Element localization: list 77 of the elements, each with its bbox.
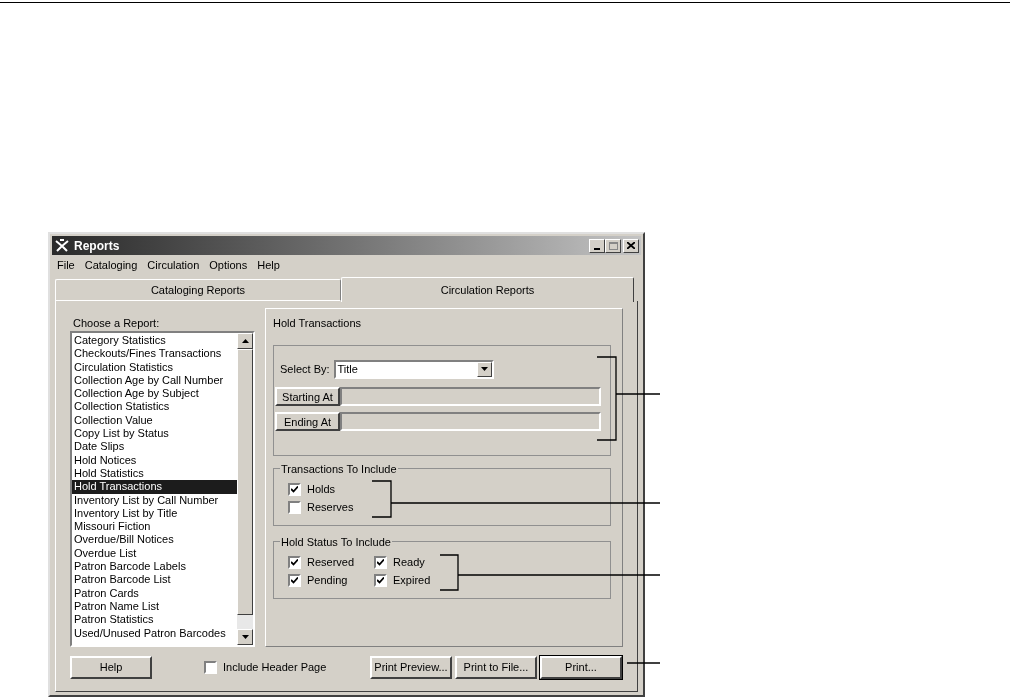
list-item[interactable]: Circulation Statistics <box>72 360 237 374</box>
dropdown-value: Title <box>336 361 359 377</box>
checkbox[interactable] <box>204 660 217 674</box>
list-label: Choose a Report: <box>72 316 161 327</box>
list-item[interactable]: Copy List by Status <box>72 427 237 441</box>
range-button[interactable]: Starting At <box>275 386 340 406</box>
close-button[interactable] <box>623 238 639 253</box>
list-item[interactable]: Hold Transactions <box>72 480 237 494</box>
checkbox[interactable] <box>288 556 301 569</box>
dropdown-arrow-icon <box>480 367 488 371</box>
menu-item[interactable]: Cataloging <box>79 256 143 274</box>
print-button[interactable]: Print Preview... <box>370 655 452 679</box>
scroll-up-button[interactable] <box>237 333 253 349</box>
menu-item[interactable]: Help <box>252 256 285 274</box>
select-by-label: Select By: <box>280 361 330 377</box>
list-item[interactable]: Date Slips <box>72 440 237 454</box>
minimize-icon <box>594 247 600 250</box>
checkbox[interactable] <box>288 501 301 514</box>
checkbox-label: Ready <box>393 555 425 571</box>
checkmark-icon <box>291 486 298 493</box>
list-item[interactable]: Missouri Fiction <box>72 520 237 534</box>
checkmark-icon <box>377 577 384 584</box>
checkbox-label: Reserves <box>307 500 354 516</box>
list-item[interactable]: Overdue List <box>72 546 237 561</box>
checkbox-label: Reserved <box>307 555 355 571</box>
list-item[interactable]: Patron Barcode List <box>72 573 237 587</box>
menu-item[interactable]: Circulation <box>142 256 205 274</box>
list-item[interactable]: Collection Age by Call Number <box>72 373 237 388</box>
list-item[interactable]: Collection Age by Subject <box>72 387 237 401</box>
list-item[interactable]: Hold Statistics <box>72 466 237 481</box>
checkmark-icon <box>291 559 298 566</box>
tab[interactable]: Circulation Reports <box>341 277 634 302</box>
list-item[interactable]: Collection Statistics <box>72 400 237 414</box>
list-item[interactable]: Overdue/Bill Notices <box>72 533 237 547</box>
list-item[interactable]: Patron Statistics <box>72 613 237 627</box>
select-by-dropdown[interactable]: Title <box>333 359 494 379</box>
list-item[interactable]: Used/Unused Patron Barcodes <box>72 626 237 640</box>
app-icon <box>54 238 70 253</box>
list-item[interactable]: Collection Value <box>72 413 237 428</box>
window-title: Reports <box>74 237 121 255</box>
list-item[interactable]: Patron Name List <box>72 599 237 614</box>
maximize-icon <box>608 241 618 250</box>
print-button[interactable]: Print... <box>540 655 622 679</box>
list-item[interactable]: Patron Cards <box>72 586 237 600</box>
maximize-button[interactable] <box>605 238 621 253</box>
checkbox-label: Include Header Page <box>223 659 327 675</box>
range-field[interactable] <box>340 386 601 406</box>
checkbox[interactable] <box>288 574 301 587</box>
checkbox-label: Pending <box>307 573 348 589</box>
print-button[interactable]: Print to File... <box>455 655 537 679</box>
help-button[interactable]: Help <box>70 655 152 679</box>
range-field[interactable] <box>340 411 601 431</box>
scroll-down-button[interactable] <box>237 629 253 645</box>
minimize-button[interactable] <box>589 238 605 253</box>
menu-item[interactable]: Options <box>204 256 253 274</box>
up-arrow-icon <box>241 339 249 343</box>
range-button[interactable]: Ending At <box>275 411 340 431</box>
list-item[interactable]: Inventory List by Call Number <box>72 493 237 507</box>
list-item[interactable]: Patron Barcode Labels <box>72 560 237 574</box>
checkbox[interactable] <box>288 483 301 496</box>
panel-title: Hold Transactions <box>273 316 363 331</box>
checkbox[interactable] <box>374 556 387 569</box>
close-icon <box>627 242 635 249</box>
checkbox-label: Holds <box>307 482 336 498</box>
checkmark-icon <box>377 559 384 566</box>
list-item[interactable]: Hold Notices <box>72 453 237 467</box>
checkbox-label: Expired <box>393 573 431 589</box>
tab[interactable]: Cataloging Reports <box>55 279 341 301</box>
menu-item[interactable]: File <box>52 256 80 274</box>
list-item[interactable]: Checkouts/Fines Transactions <box>72 347 237 361</box>
list-item[interactable]: Category Statistics <box>72 334 237 348</box>
down-arrow-icon <box>241 635 249 639</box>
callout-line <box>626 662 661 664</box>
report-list[interactable] <box>70 331 255 647</box>
checkbox[interactable] <box>374 574 387 587</box>
list-item[interactable]: Inventory List by Title <box>72 506 237 521</box>
checkmark-icon <box>291 577 298 584</box>
